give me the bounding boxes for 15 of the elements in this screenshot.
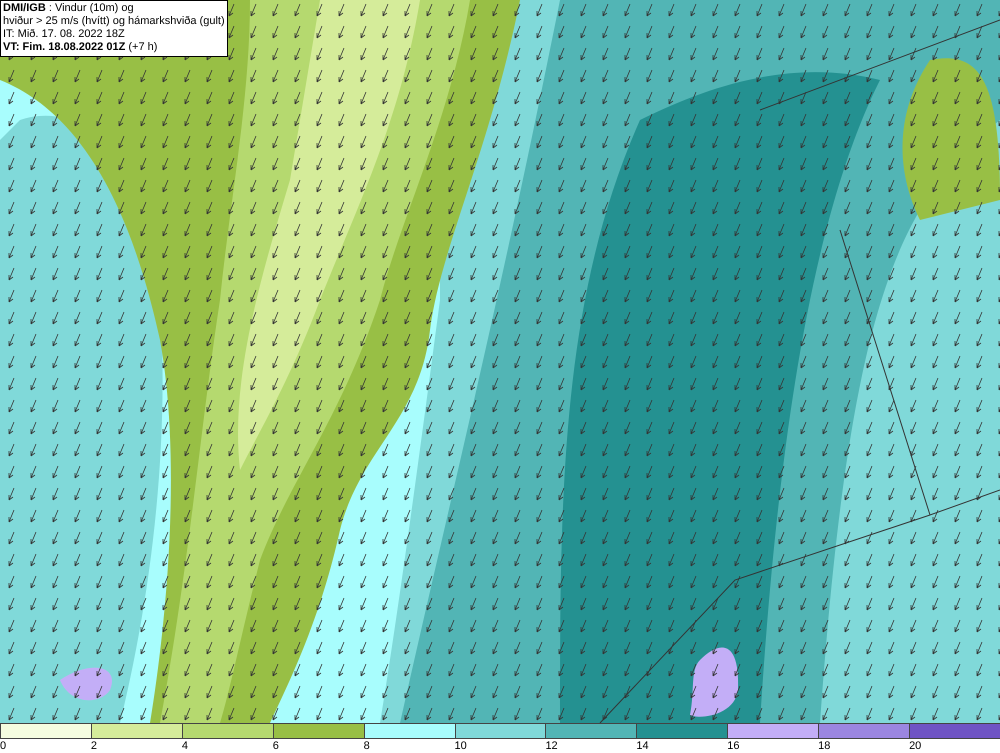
legend-label: 18 <box>818 739 830 753</box>
legend-label: 16 <box>727 739 740 753</box>
legend-label: 2 <box>90 739 98 753</box>
legend-label: 14 <box>636 739 649 753</box>
legend-label: 10 <box>454 739 467 753</box>
legend-label: 6 <box>272 739 279 753</box>
caption-line: hviður > 25 m/s (hvítt) og hámarkshviða (gult) <box>3 15 225 28</box>
legend-label: 8 <box>364 739 370 753</box>
caption-line: IT: Mið. 17. 08. 2022 18Z <box>3 28 126 41</box>
caption-line: DMI/IGB : Vindur (10m) og <box>3 2 135 15</box>
legend-label: 4 <box>182 739 188 753</box>
legend-label: 20 <box>909 739 922 753</box>
legend-label: 12 <box>545 739 558 753</box>
legend-label: 0 <box>0 739 6 753</box>
caption-line: VT: Fim. 18.08.2022 01Z (+7 h) <box>3 41 158 54</box>
